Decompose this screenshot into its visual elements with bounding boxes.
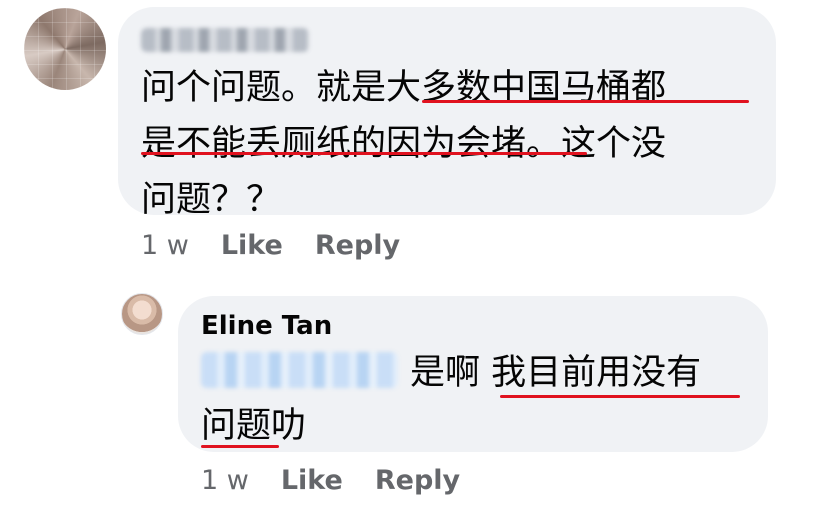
reply-timestamp[interactable]: 1 w (201, 465, 249, 496)
annotation-underline (201, 445, 279, 448)
annotation-underline (141, 152, 587, 155)
reply-author-avatar[interactable] (121, 293, 163, 335)
comment-meta: 1 w Like Reply (141, 230, 400, 261)
blurred-commenter-name[interactable] (141, 28, 309, 52)
annotation-underline (422, 100, 749, 103)
reply-meta: 1 w Like Reply (201, 465, 460, 496)
annotation-underline (500, 395, 740, 398)
like-button[interactable]: Like (281, 465, 343, 496)
blurred-mention-tag[interactable] (201, 352, 398, 388)
commenter-avatar[interactable] (24, 8, 106, 90)
comment-line-1: 问个问题。就是大多数中国马桶都 (141, 68, 667, 108)
reply-line-1: 是啊 我目前用没有 (410, 353, 702, 393)
reply-button[interactable]: Reply (375, 465, 460, 496)
comment-line-3: 问题？？ (141, 180, 282, 220)
comment-timestamp[interactable]: 1 w (141, 230, 189, 261)
like-button[interactable]: Like (221, 230, 283, 261)
comment-line-2: 是不能丢厕纸的因为会堵。这个没 (141, 124, 667, 164)
reply-button[interactable]: Reply (315, 230, 400, 261)
reply-author-name[interactable]: Eline Tan (201, 311, 332, 341)
